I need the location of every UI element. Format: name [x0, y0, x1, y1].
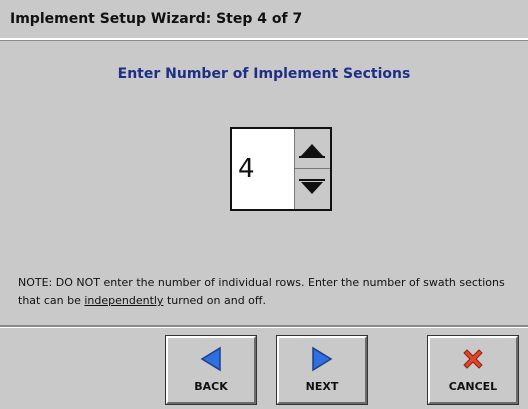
footer-divider: [0, 325, 528, 328]
down-arrow-icon: [301, 182, 323, 194]
title-divider: [0, 40, 528, 41]
up-arrow-icon: [301, 144, 323, 156]
page-heading: Enter Number of Implement Sections: [117, 66, 411, 82]
back-button[interactable]: BACK: [165, 335, 257, 405]
back-label: BACK: [194, 380, 228, 393]
note-underlined-word: independently: [84, 294, 164, 307]
stepper-buttons: [294, 129, 330, 209]
cancel-button[interactable]: CANCEL: [427, 335, 519, 405]
red-x-icon: [430, 346, 516, 374]
up-arrow-underline: [299, 156, 325, 158]
right-arrow-icon: [279, 346, 365, 374]
note-text: NOTE: DO NOT enter the number of individ…: [18, 274, 513, 310]
next-button[interactable]: NEXT: [276, 335, 368, 405]
down-arrow-overline: [299, 179, 325, 181]
left-arrow-icon: [168, 346, 254, 374]
section-count-value[interactable]: 4: [232, 129, 294, 209]
title-bar: Implement Setup Wizard: Step 4 of 7: [0, 0, 528, 40]
cancel-label: CANCEL: [448, 380, 498, 393]
wizard-dialog: Implement Setup Wizard: Step 4 of 7 Ente…: [0, 0, 528, 409]
section-count-stepper[interactable]: 4: [230, 127, 332, 211]
note-part-2: turned on and off.: [163, 294, 266, 307]
next-label: NEXT: [305, 380, 339, 393]
increment-button[interactable]: [295, 129, 330, 169]
window-title: Implement Setup Wizard: Step 4 of 7: [10, 11, 303, 27]
decrement-button[interactable]: [295, 169, 330, 209]
